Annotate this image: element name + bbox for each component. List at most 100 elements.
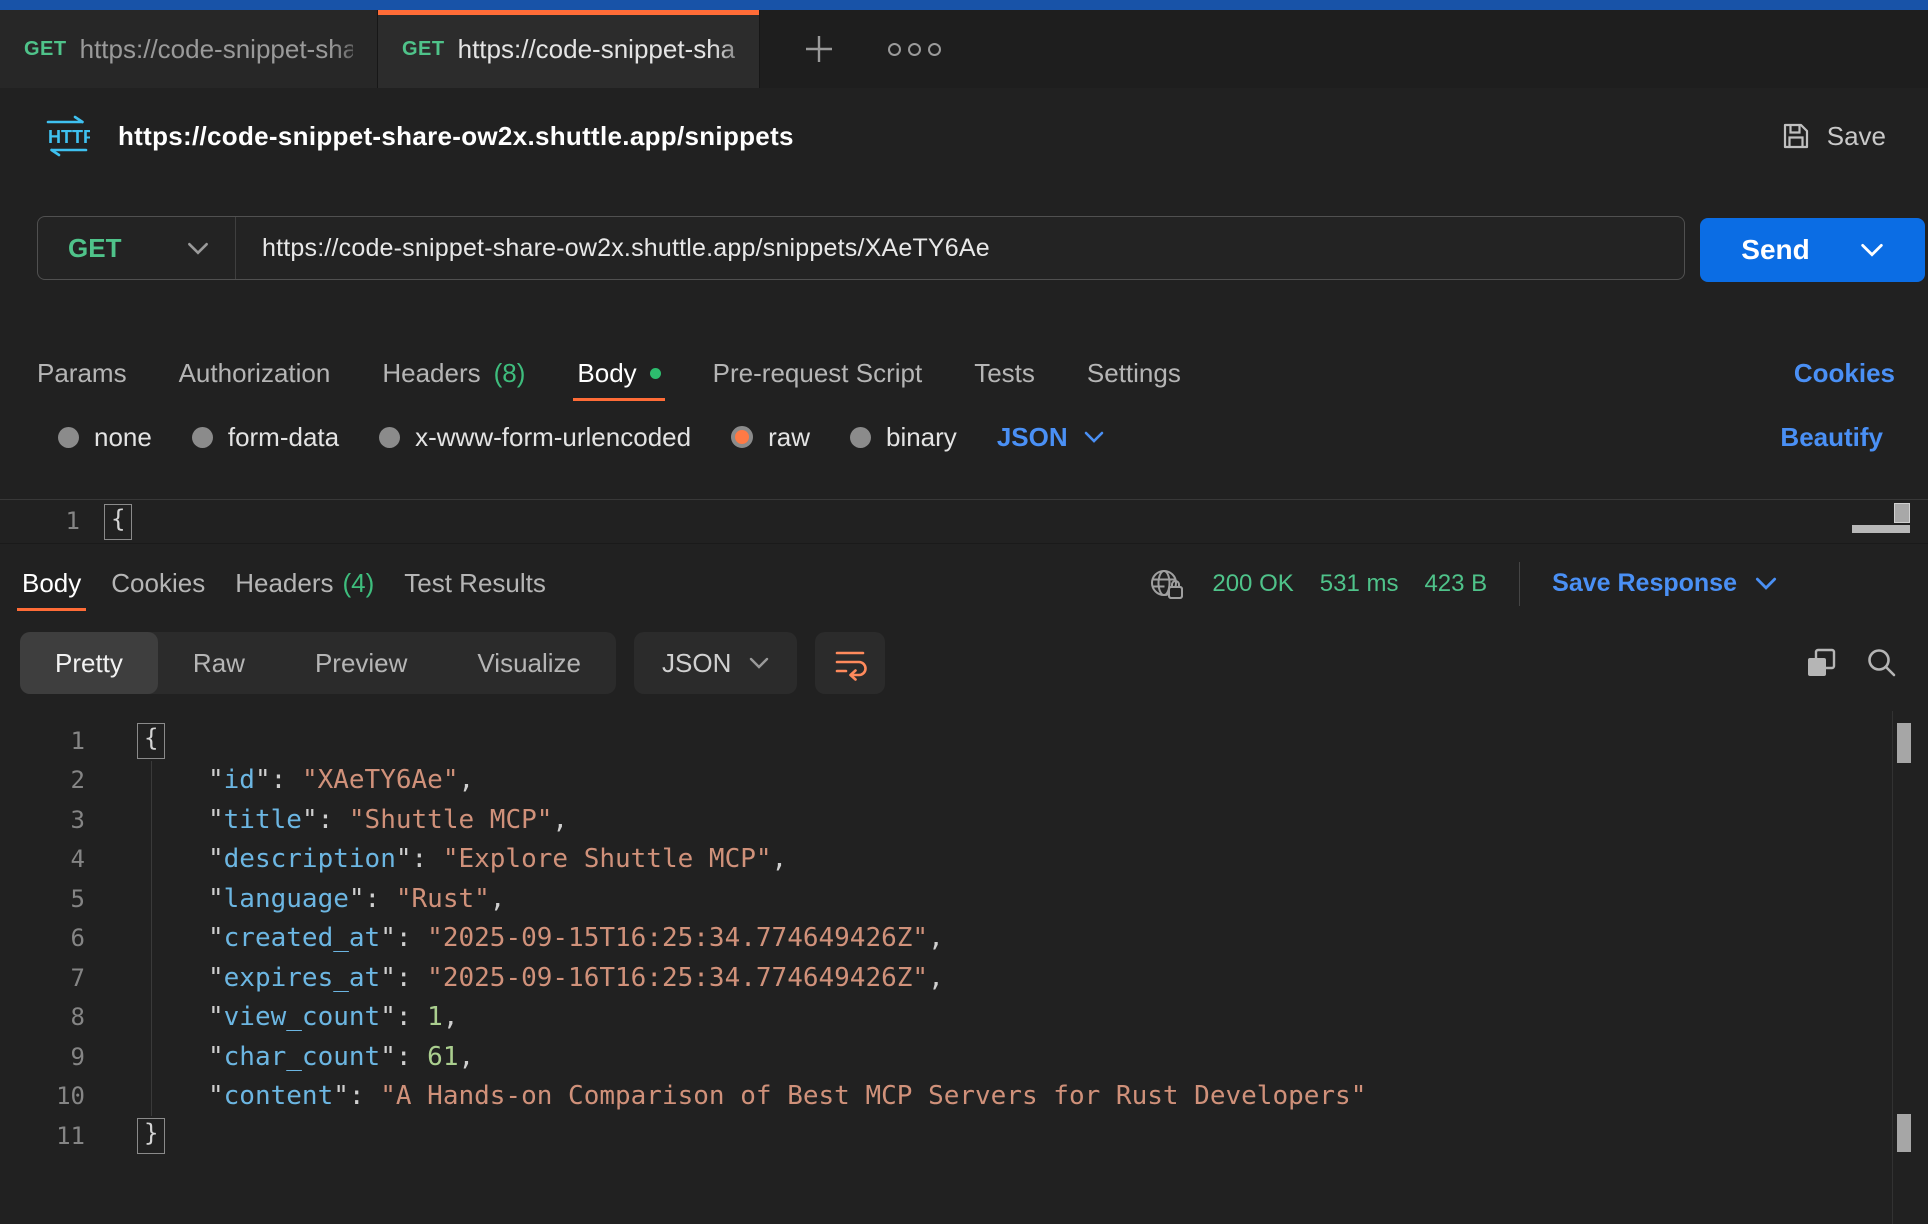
- cookies-link[interactable]: Cookies: [1794, 358, 1895, 389]
- response-tab-headers[interactable]: Headers(4): [235, 556, 374, 611]
- response-tab-cookies[interactable]: Cookies: [111, 556, 205, 611]
- radio-icon: [379, 427, 400, 448]
- tab-options-button[interactable]: [888, 43, 941, 56]
- editor-hscrollbar-thumb[interactable]: [1852, 525, 1910, 533]
- request-header: HTTP https://code-snippet-share-ow2x.shu…: [0, 100, 1928, 172]
- save-response-label: Save Response: [1552, 569, 1737, 598]
- request-body-editor[interactable]: 1 {: [0, 499, 1928, 543]
- tab-label: Headers: [382, 358, 480, 389]
- method-dropdown[interactable]: GET: [38, 217, 236, 279]
- radio-raw[interactable]: raw: [731, 422, 810, 453]
- tab-pre-request-script[interactable]: Pre-request Script: [713, 345, 923, 401]
- tab-body[interactable]: Body: [577, 345, 660, 401]
- scrollbar-track: [1892, 711, 1893, 1224]
- status-code[interactable]: 200 OK: [1212, 570, 1293, 598]
- globe-lock-icon[interactable]: [1148, 566, 1186, 602]
- method-badge: GET: [24, 38, 67, 61]
- wrap-text-button[interactable]: [815, 632, 885, 694]
- modified-dot-icon: [650, 368, 661, 379]
- radio-binary[interactable]: binary: [850, 422, 957, 453]
- response-time[interactable]: 531 ms: [1320, 570, 1399, 598]
- view-preview[interactable]: Preview: [280, 632, 442, 694]
- view-pretty[interactable]: Pretty: [20, 632, 158, 694]
- code-text: "description": "Explore Shuttle MCP",: [85, 844, 787, 874]
- tab-label: Tests: [974, 358, 1035, 389]
- code-line: 8"view_count": 1,: [0, 998, 1928, 1038]
- fold-marker-icon[interactable]: }: [137, 1118, 165, 1154]
- fold-marker-icon[interactable]: {: [137, 723, 165, 759]
- save-response-button[interactable]: Save Response: [1552, 569, 1777, 598]
- tab-tests[interactable]: Tests: [974, 345, 1035, 401]
- send-button[interactable]: Send: [1700, 218, 1925, 282]
- code-text: "expires_at": "2025-09-16T16:25:34.77464…: [85, 963, 944, 993]
- tab-label: Body: [22, 568, 81, 599]
- url-input[interactable]: https://code-snippet-share-ow2x.shuttle.…: [236, 234, 990, 263]
- tab-strip: GET https://code-snippet-sha GET https:/…: [0, 10, 1928, 88]
- code-line: 5"language": "Rust",: [0, 879, 1928, 919]
- ellipsis-icon: [888, 43, 941, 56]
- code-line: 1{: [0, 721, 1928, 761]
- response-panel: Body Cookies Headers(4) Test Results 200…: [0, 543, 1928, 1224]
- code-text: "id": "XAeTY6Ae",: [85, 765, 474, 795]
- tab-fade: [331, 16, 377, 88]
- code-text: }: [85, 1118, 165, 1154]
- tab-settings[interactable]: Settings: [1087, 345, 1181, 401]
- body-type-row: none form-data x-www-form-urlencoded raw…: [58, 413, 1883, 461]
- radio-form-data[interactable]: form-data: [192, 422, 339, 453]
- tab-label: Settings: [1087, 358, 1181, 389]
- headers-count: (8): [494, 358, 526, 389]
- response-body-viewer[interactable]: 1{2"id": "XAeTY6Ae",3"title": "Shuttle M…: [0, 709, 1928, 1224]
- new-tab-button[interactable]: [802, 32, 836, 66]
- radio-x-www-form-urlencoded[interactable]: x-www-form-urlencoded: [379, 422, 691, 453]
- line-number: 2: [0, 766, 85, 794]
- code-text: "content": "A Hands-on Comparison of Bes…: [85, 1081, 1366, 1111]
- svg-text:HTTP: HTTP: [48, 127, 90, 147]
- response-tab-test-results[interactable]: Test Results: [404, 556, 546, 611]
- tab-url: https://code-snippet-sha: [80, 34, 353, 65]
- line-number: 4: [0, 845, 85, 873]
- body-format-dropdown[interactable]: JSON: [997, 422, 1104, 453]
- tab-url: https://code-snippet-sha: [458, 34, 735, 65]
- fold-marker-icon[interactable]: {: [104, 504, 132, 540]
- code-line: 3"title": "Shuttle MCP",: [0, 800, 1928, 840]
- view-raw[interactable]: Raw: [158, 632, 280, 694]
- response-section-tabs: Body Cookies Headers(4) Test Results 200…: [22, 556, 1777, 611]
- indent-guide: [151, 761, 152, 1116]
- line-number: 6: [0, 924, 85, 952]
- radio-icon: [58, 427, 79, 448]
- save-button[interactable]: Save: [1780, 120, 1886, 152]
- scrollbar-thumb[interactable]: [1897, 723, 1911, 763]
- scrollbar-thumb[interactable]: [1897, 1114, 1911, 1152]
- code-line: 7"expires_at": "2025-09-16T16:25:34.7746…: [0, 958, 1928, 998]
- chevron-down-icon: [187, 242, 209, 255]
- wrap-text-icon: [832, 645, 868, 681]
- line-number: 10: [0, 1082, 85, 1110]
- response-format-dropdown[interactable]: JSON: [634, 632, 797, 694]
- view-mode-switch: Pretty Raw Preview Visualize: [20, 632, 616, 694]
- editor-scrollbar-thumb[interactable]: [1894, 503, 1910, 523]
- response-tab-body[interactable]: Body: [22, 556, 81, 611]
- response-toolbar: Pretty Raw Preview Visualize JSON: [20, 631, 1900, 695]
- tab-headers[interactable]: Headers (8): [382, 345, 525, 401]
- beautify-link[interactable]: Beautify: [1780, 422, 1883, 453]
- request-title: https://code-snippet-share-ow2x.shuttle.…: [118, 121, 794, 152]
- radio-label: form-data: [228, 422, 339, 453]
- tab-label: Pre-request Script: [713, 358, 923, 389]
- tab-params[interactable]: Params: [37, 345, 127, 401]
- request-tab-2-active[interactable]: GET https://code-snippet-sha: [378, 10, 760, 88]
- response-size[interactable]: 423 B: [1424, 570, 1487, 598]
- format-label: JSON: [997, 422, 1068, 453]
- code-line: 11}: [0, 1116, 1928, 1156]
- window-accent-bar: [0, 0, 1928, 10]
- response-status-cluster: 200 OK 531 ms 423 B Save Response: [1148, 562, 1777, 606]
- view-visualize[interactable]: Visualize: [442, 632, 616, 694]
- headers-count: (4): [342, 568, 374, 599]
- line-number: 1: [0, 727, 85, 755]
- tab-authorization[interactable]: Authorization: [179, 345, 331, 401]
- radio-none[interactable]: none: [58, 422, 152, 453]
- search-icon[interactable]: [1864, 645, 1900, 681]
- chevron-down-icon: [1084, 431, 1104, 443]
- copy-icon[interactable]: [1802, 644, 1840, 682]
- request-tab-1[interactable]: GET https://code-snippet-sha: [0, 10, 378, 88]
- chevron-down-icon[interactable]: [1860, 243, 1884, 257]
